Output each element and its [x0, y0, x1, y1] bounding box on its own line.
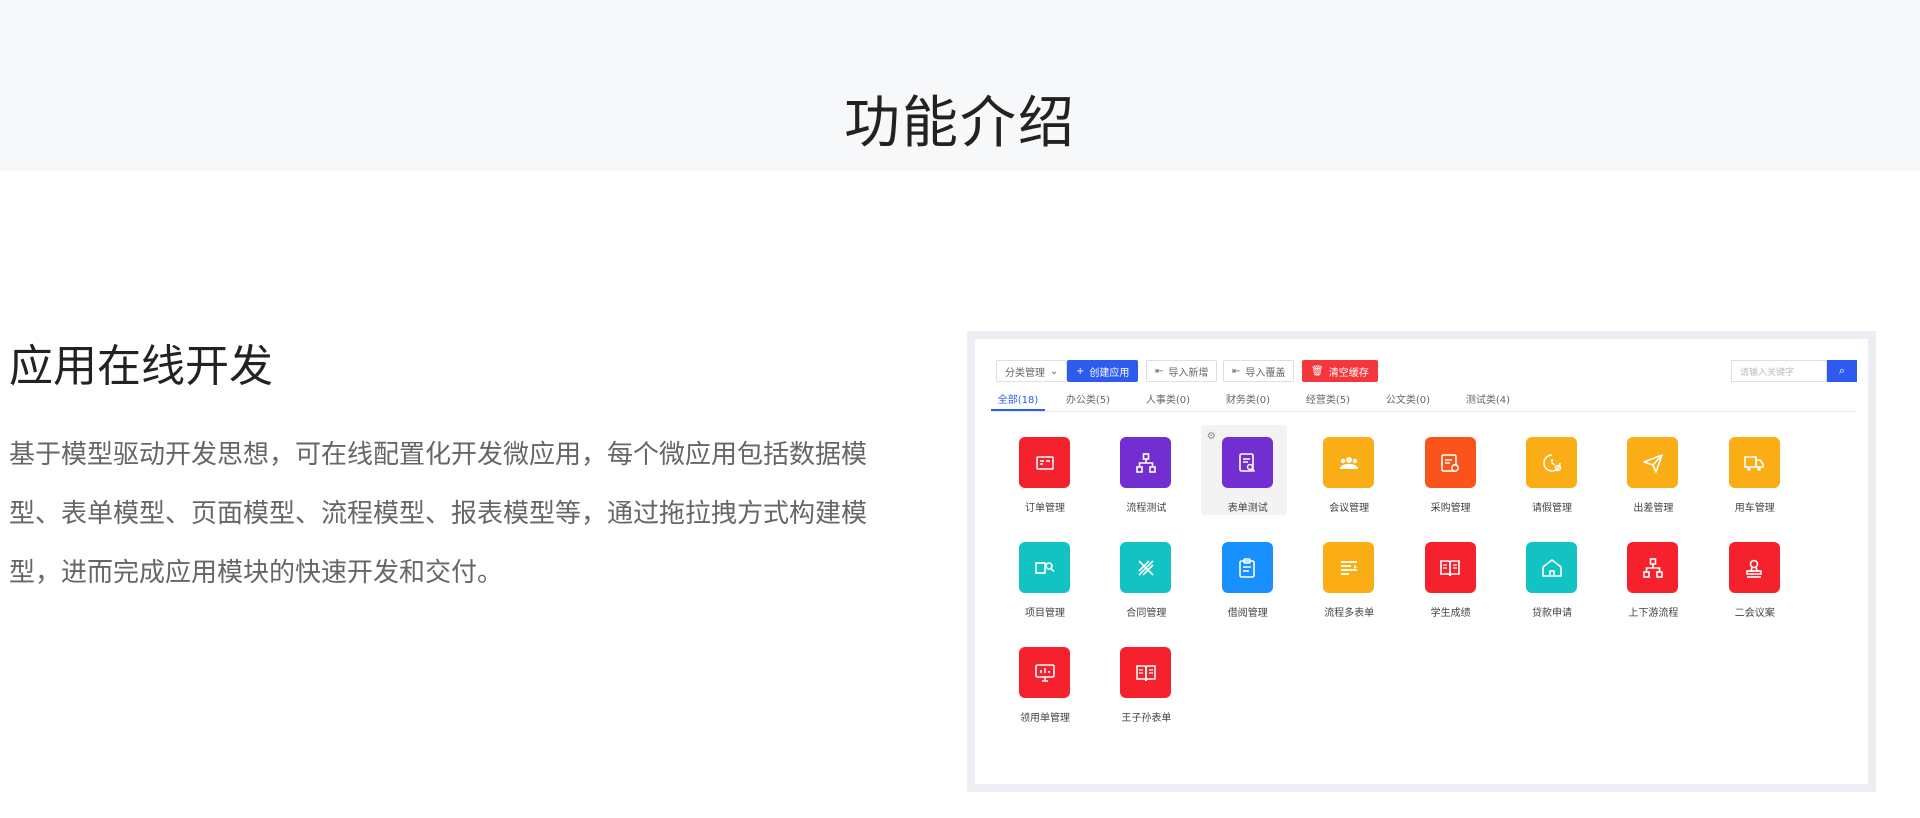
tab-test[interactable]: 测试类(4) [1459, 387, 1517, 410]
search-input[interactable]: 请输入关键字 [1731, 360, 1827, 382]
tab-hr[interactable]: 人事类(0) [1139, 387, 1197, 410]
tab-finance[interactable]: 财务类(0) [1219, 387, 1277, 410]
app-card[interactable]: 会议管理 [1302, 425, 1388, 515]
flow-icon [1120, 437, 1172, 488]
category-manage-dropdown[interactable]: 分类管理 ⌄ [996, 360, 1068, 382]
home-icon [1526, 542, 1577, 593]
book-icon [1424, 542, 1476, 593]
form-icon [1221, 437, 1273, 488]
create-app-button[interactable]: + 创建应用 [1067, 360, 1139, 382]
clear-cache-button[interactable]: 🗑 清空缓存 [1302, 360, 1378, 382]
search-icon: ⌕ [1838, 364, 1846, 377]
project-icon [1019, 542, 1070, 593]
app-label: 流程测试 [1126, 503, 1167, 514]
app-card[interactable]: 流程测试 [1099, 425, 1185, 515]
leave-icon [1526, 437, 1577, 488]
tab-all[interactable]: 全部(18) [991, 387, 1045, 411]
app-label: 上下游流程 [1628, 608, 1679, 619]
app-label: 采购管理 [1430, 503, 1471, 514]
tab-document[interactable]: 公文类(0) [1379, 387, 1437, 410]
chevron-down-icon: ⌄ [1050, 365, 1059, 377]
contract-icon [1120, 542, 1172, 593]
truck-icon [1728, 437, 1780, 488]
app-card[interactable]: 王子孙表单 [1099, 635, 1185, 725]
feature-description: 基于模型驱动开发思想，可在线配置化开发微应用，每个微应用包括数据模型、表单模型、… [9, 440, 868, 588]
app-card[interactable]: 借阅管理 [1201, 530, 1287, 620]
app-label: 流程多表单 [1324, 608, 1375, 619]
app-label: 借阅管理 [1227, 608, 1268, 619]
app-card[interactable]: 采购管理 [1404, 425, 1490, 515]
create-app-label: 创建应用 [1089, 367, 1130, 379]
import-new-label: 导入新增 [1168, 367, 1209, 379]
app-card[interactable]: 出差管理 [1606, 425, 1692, 515]
gear-icon[interactable]: ⚙ [1207, 431, 1216, 442]
category-manage-label: 分类管理 [1005, 367, 1045, 379]
clipboard-icon [1221, 542, 1273, 593]
app-label: 领用单管理 [1020, 713, 1070, 724]
app-card[interactable]: 学生成绩 [1404, 530, 1490, 620]
search-button[interactable]: ⌕ [1827, 360, 1857, 382]
app-label: 项目管理 [1025, 608, 1065, 619]
import-new-button[interactable]: ⇤ 导入新增 [1146, 360, 1218, 382]
app-card[interactable]: 上下游流程 [1606, 530, 1692, 620]
app-card[interactable]: 二会议案 [1708, 530, 1794, 620]
import-overwrite-button[interactable]: ⇤ 导入覆盖 [1223, 360, 1295, 382]
list-icon [1323, 542, 1375, 593]
app-label: 学生成绩 [1430, 608, 1471, 619]
app-card[interactable]: 请假管理 [1505, 425, 1591, 515]
import-icon: ⇤ [1155, 365, 1164, 377]
page-title: 功能介绍 [844, 91, 1076, 156]
app-card[interactable]: 订单管理 [998, 425, 1084, 515]
app-card[interactable]: 流程多表单 [1302, 530, 1388, 620]
app-label: 订单管理 [1025, 503, 1065, 514]
flow-icon [1627, 542, 1679, 593]
travel-icon [1627, 437, 1679, 488]
app-label: 合同管理 [1126, 608, 1167, 619]
stamp-icon [1728, 542, 1780, 593]
app-label: 会议管理 [1329, 503, 1370, 514]
app-label: 出差管理 [1633, 503, 1674, 514]
order-icon [1019, 437, 1070, 488]
trash-icon: 🗑 [1311, 365, 1324, 377]
app-label: 用车管理 [1734, 503, 1775, 514]
feature-title: 应用在线开发 [9, 341, 273, 392]
app-card[interactable]: ⚙ 表单测试 [1200, 425, 1287, 515]
app-label: 贷款申请 [1532, 608, 1572, 619]
monitor-icon [1019, 647, 1070, 698]
app-card[interactable]: 用车管理 [1708, 425, 1794, 515]
hero-banner: 功能介绍 [0, 0, 1920, 171]
app-list-panel: 分类管理 ⌄ + 创建应用 ⇤ 导入新增 ⇤ 导入覆盖 🗑 清空缓存 请输入关键… [975, 339, 1868, 784]
import-overwrite-label: 导入覆盖 [1245, 367, 1286, 379]
meeting-icon [1323, 437, 1375, 488]
app-card[interactable]: 贷款申请 [1505, 530, 1591, 620]
app-label: 二会议案 [1734, 608, 1775, 619]
app-label: 请假管理 [1532, 503, 1572, 514]
category-tabs: 全部(18) 办公类(5) 人事类(0) 财务类(0) 经营类(5) 公文类(0… [991, 387, 1857, 412]
book-icon [1120, 647, 1172, 698]
app-card[interactable]: 合同管理 [1099, 530, 1185, 620]
app-card[interactable]: 项目管理 [998, 530, 1084, 620]
app-screenshot-frame: 分类管理 ⌄ + 创建应用 ⇤ 导入新增 ⇤ 导入覆盖 🗑 清空缓存 请输入关键… [967, 331, 1876, 792]
import-icon: ⇤ [1232, 365, 1241, 377]
tab-office[interactable]: 办公类(5) [1059, 387, 1117, 410]
purchase-icon [1424, 437, 1476, 488]
app-label: 王子孙表单 [1121, 713, 1172, 724]
app-card[interactable]: 领用单管理 [998, 635, 1084, 725]
clear-cache-label: 清空缓存 [1328, 367, 1369, 379]
tab-business[interactable]: 经营类(5) [1299, 387, 1357, 410]
app-label: 表单测试 [1227, 503, 1268, 514]
plus-icon: + [1076, 365, 1085, 377]
